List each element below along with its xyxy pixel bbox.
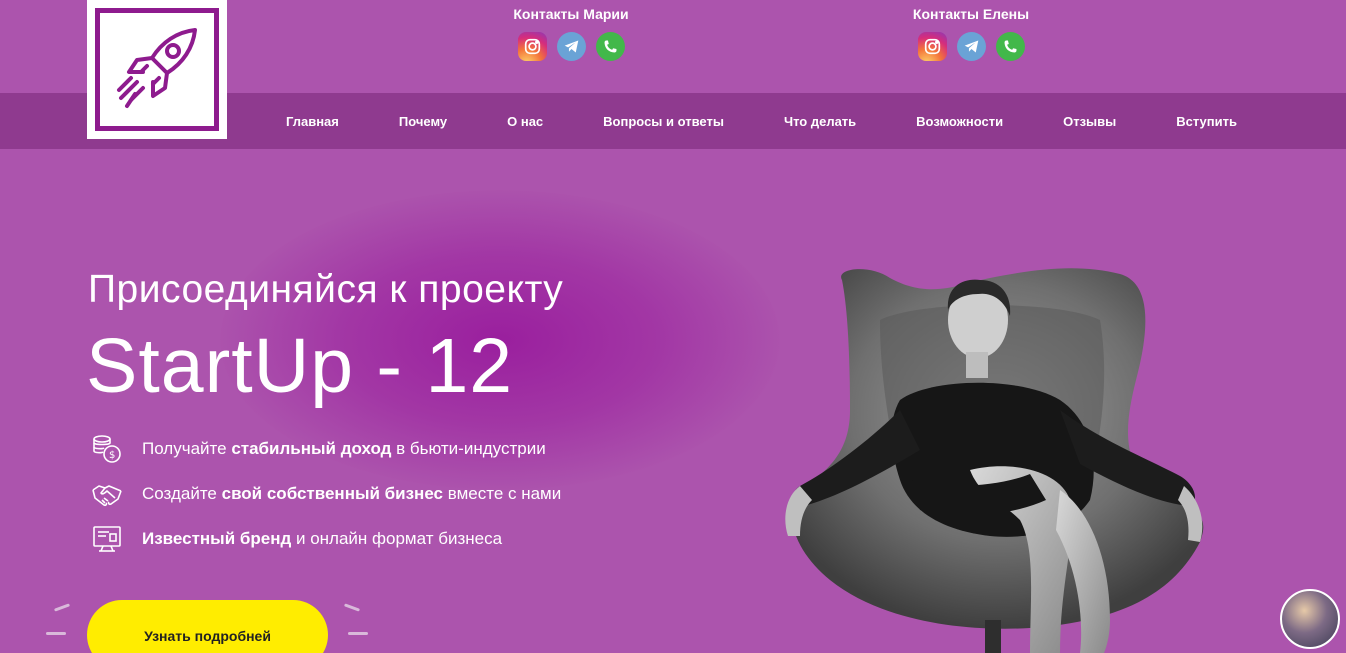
svg-text:$: $ bbox=[109, 450, 115, 461]
feature-text: Получайте стабильный доход в бьюти-индус… bbox=[142, 439, 546, 458]
nav-item-main[interactable]: Главная bbox=[256, 114, 369, 129]
whatsapp-icon[interactable] bbox=[995, 32, 1025, 61]
telegram-icon[interactable] bbox=[556, 32, 586, 61]
nav-item-about[interactable]: О нас bbox=[477, 114, 573, 129]
nav-item-what-to-do[interactable]: Что делать bbox=[754, 114, 886, 129]
logo-frame bbox=[95, 8, 219, 131]
handshake-icon bbox=[90, 477, 124, 511]
feature-text: Создайте свой собственный бизнес вместе … bbox=[142, 484, 562, 503]
feature-list: $ Получайте стабильный доход в бьюти-инд… bbox=[90, 432, 561, 567]
monitor-icon bbox=[90, 522, 124, 556]
feature-item: Создайте свой собственный бизнес вместе … bbox=[90, 477, 561, 511]
contacts-maria: Контакты Марии bbox=[471, 5, 671, 61]
telegram-icon[interactable] bbox=[956, 32, 986, 61]
instagram-icon[interactable] bbox=[517, 32, 547, 61]
chat-widget-avatar[interactable] bbox=[1280, 589, 1340, 649]
contacts-elena: Контакты Елены bbox=[871, 5, 1071, 61]
coins-icon: $ bbox=[90, 432, 124, 466]
hero-subtitle: Присоединяйся к проекту bbox=[88, 268, 564, 311]
cta-sparkle bbox=[343, 603, 361, 612]
woman-in-armchair-image bbox=[785, 268, 1204, 653]
nav-links: Главная Почему О нас Вопросы и ответы Чт… bbox=[256, 93, 1267, 149]
hero-title: StartUp - 12 bbox=[86, 323, 514, 409]
contacts-elena-title: Контакты Елены bbox=[912, 6, 1030, 22]
cta-sparkle bbox=[348, 632, 368, 635]
nav-item-why[interactable]: Почему bbox=[369, 114, 477, 129]
nav-item-faq[interactable]: Вопросы и ответы bbox=[573, 114, 754, 129]
feature-item: $ Получайте стабильный доход в бьюти-инд… bbox=[90, 432, 561, 466]
rocket-icon bbox=[117, 27, 197, 108]
learn-more-button[interactable]: Узнать подробней bbox=[87, 600, 328, 653]
nav-item-reviews[interactable]: Отзывы bbox=[1033, 114, 1146, 129]
contacts-maria-title: Контакты Марии bbox=[513, 6, 629, 22]
instagram-icon[interactable] bbox=[917, 32, 947, 61]
whatsapp-icon[interactable] bbox=[595, 32, 625, 61]
nav-item-join[interactable]: Вступить bbox=[1146, 114, 1267, 129]
nav-item-opportunities[interactable]: Возможности bbox=[886, 114, 1033, 129]
feature-text: Известный бренд и онлайн формат бизнеса bbox=[142, 529, 503, 548]
feature-item: Известный бренд и онлайн формат бизнеса bbox=[90, 522, 561, 556]
site-logo[interactable] bbox=[87, 0, 227, 139]
cta-sparkle bbox=[46, 632, 66, 635]
contacts-elena-socials bbox=[871, 32, 1071, 61]
contacts-maria-socials bbox=[471, 32, 671, 61]
cta-sparkle bbox=[53, 603, 71, 612]
